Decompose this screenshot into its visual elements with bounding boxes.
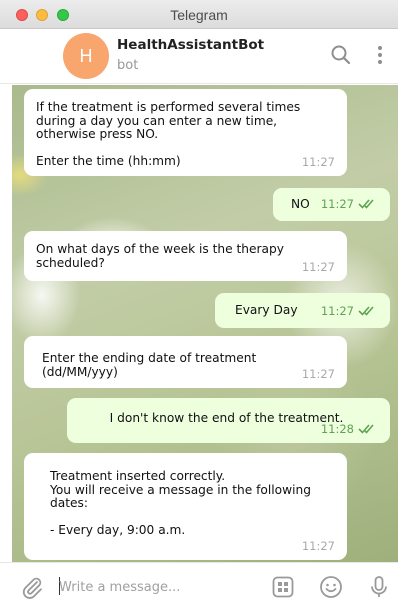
message-text: Enter the ending date of treatment (dd/M…: [42, 351, 257, 379]
message-meta: 11:27: [320, 196, 378, 212]
chat-title[interactable]: HealthAssistantBot: [117, 37, 264, 53]
message-outgoing: NO 11:27: [273, 188, 390, 221]
double-check-icon: [358, 198, 374, 209]
window-title: Telegram: [170, 7, 228, 23]
message-outgoing: Evary Day 11:27: [215, 293, 390, 328]
message-time: 11:27: [301, 538, 335, 553]
message-text: NO: [291, 197, 310, 211]
message-history[interactable]: If the treatment is performed several ti…: [12, 85, 398, 562]
message-time: 11:28: [320, 421, 354, 436]
message-time: 11:27: [320, 196, 354, 211]
chat-header: H HealthAssistantBot bot: [0, 29, 398, 84]
attach-icon[interactable]: [20, 575, 44, 599]
message-composer: [0, 562, 398, 612]
more-vertical-icon[interactable]: [370, 43, 390, 67]
message-input[interactable]: [59, 576, 259, 598]
window-titlebar: Telegram: [0, 0, 398, 29]
message-meta: 11:28: [320, 421, 378, 437]
microphone-icon[interactable]: [367, 575, 391, 599]
message-text: Treatment inserted correctly. You will r…: [50, 469, 311, 537]
message-time: 11:27: [301, 154, 335, 169]
message-incoming: If the treatment is performed several ti…: [24, 89, 347, 176]
message-incoming: Treatment inserted correctly. You will r…: [24, 453, 347, 560]
message-time: 11:27: [301, 366, 335, 381]
message-text: Evary Day: [235, 303, 298, 317]
message-outgoing: I don't know the end of the treatment. 1…: [67, 398, 390, 443]
emoji-icon[interactable]: [319, 575, 343, 599]
bot-commands-icon[interactable]: [271, 575, 295, 599]
message-time: 11:27: [301, 259, 335, 274]
double-check-icon: [358, 305, 374, 316]
avatar[interactable]: H: [63, 33, 109, 79]
chat-status: bot: [117, 58, 139, 73]
search-icon[interactable]: [330, 44, 352, 66]
message-incoming: Enter the ending date of treatment (dd/M…: [24, 336, 347, 388]
message-meta: 11:27: [320, 303, 378, 319]
message-text: On what days of the week is the therapy …: [36, 242, 284, 270]
message-incoming: On what days of the week is the therapy …: [24, 231, 347, 281]
message-time: 11:27: [320, 303, 354, 318]
message-text: If the treatment is performed several ti…: [36, 100, 301, 168]
double-check-icon: [358, 423, 374, 434]
